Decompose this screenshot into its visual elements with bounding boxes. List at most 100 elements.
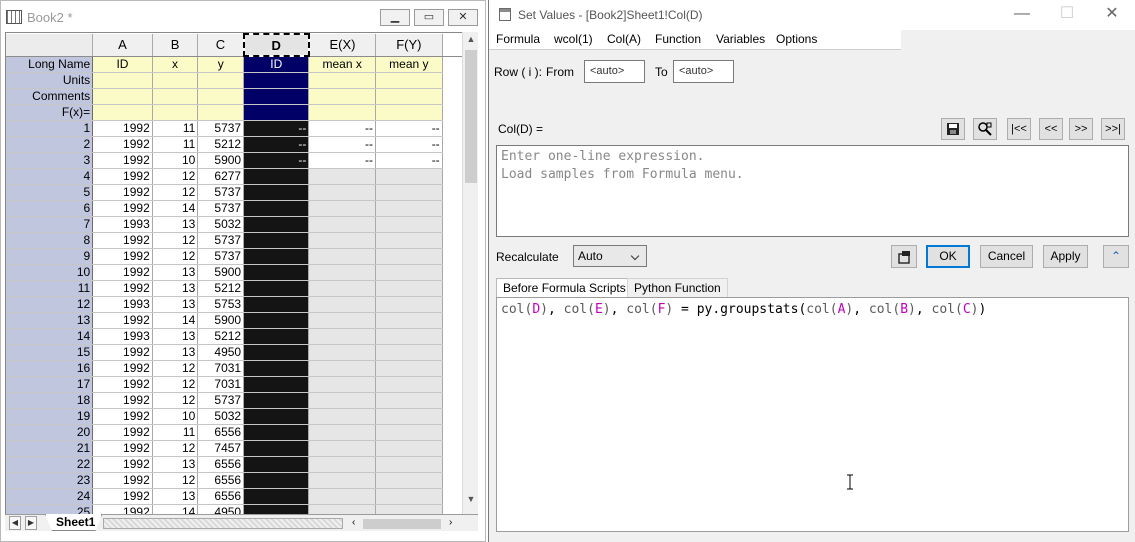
cell-f[interactable] xyxy=(375,264,443,281)
cell-a[interactable]: 1992 xyxy=(92,120,153,137)
meta-cell[interactable] xyxy=(308,72,377,89)
cell-a[interactable]: 1992 xyxy=(92,168,153,185)
row-number[interactable]: 1 xyxy=(6,120,94,137)
cell-c[interactable]: 6556 xyxy=(197,472,245,489)
cell-a[interactable]: 1992 xyxy=(92,232,153,249)
row-number[interactable]: 8 xyxy=(6,232,94,249)
meta-cell[interactable] xyxy=(375,104,443,121)
cell-c[interactable]: 6556 xyxy=(197,456,245,473)
ok-button[interactable]: OK xyxy=(926,245,970,268)
row-number[interactable]: 25 xyxy=(6,504,94,514)
cell-d[interactable] xyxy=(243,424,310,441)
recalculate-select[interactable]: Auto xyxy=(573,245,647,267)
meta-cell[interactable] xyxy=(375,72,443,89)
cell-f[interactable] xyxy=(375,232,443,249)
cell-d[interactable] xyxy=(243,168,310,185)
cell-f[interactable] xyxy=(375,168,443,185)
meta-cell[interactable] xyxy=(375,88,443,105)
cell-f[interactable] xyxy=(375,392,443,409)
cell-a[interactable]: 1992 xyxy=(92,408,153,425)
row-number[interactable]: 16 xyxy=(6,360,94,377)
cell-b[interactable]: 12 xyxy=(152,232,199,249)
tab-next-icon[interactable]: ▶ xyxy=(25,516,37,530)
cell-f[interactable] xyxy=(375,200,443,217)
cell-b[interactable]: 13 xyxy=(152,488,199,505)
cell-b[interactable]: 13 xyxy=(152,216,199,233)
meta-cell[interactable]: ID xyxy=(243,56,310,73)
scroll-down-icon[interactable]: ▼ xyxy=(465,494,477,508)
cell-a[interactable]: 1992 xyxy=(92,184,153,201)
cell-f[interactable] xyxy=(375,456,443,473)
row-number[interactable]: 2 xyxy=(6,136,94,153)
cell-e[interactable] xyxy=(308,424,377,441)
close-icon[interactable]: ✕ xyxy=(1100,5,1124,25)
restore-button[interactable]: ▭ xyxy=(414,9,444,26)
cell-b[interactable]: 13 xyxy=(152,344,199,361)
next-column-button[interactable]: >> xyxy=(1069,118,1093,140)
cell-c[interactable]: 7457 xyxy=(197,440,245,457)
cell-d[interactable] xyxy=(243,232,310,249)
cell-c[interactable]: 5753 xyxy=(197,296,245,313)
cell-e[interactable] xyxy=(308,184,377,201)
cell-e[interactable] xyxy=(308,472,377,489)
meta-row-label[interactable]: Long Name xyxy=(6,56,94,73)
cell-e[interactable] xyxy=(308,488,377,505)
cell-d[interactable] xyxy=(243,408,310,425)
cell-a[interactable]: 1993 xyxy=(92,328,153,345)
cell-d[interactable] xyxy=(243,280,310,297)
row-number[interactable]: 23 xyxy=(6,472,94,489)
worksheet-grid[interactable]: A B C D E(X) F(Y) Long Name ID x y ID mean xm… xyxy=(5,32,462,514)
meta-row-label[interactable]: F(x)= xyxy=(6,104,94,121)
cell-f[interactable] xyxy=(375,424,443,441)
cell-c[interactable]: 5900 xyxy=(197,264,245,281)
meta-cell[interactable] xyxy=(92,88,153,105)
meta-cell[interactable] xyxy=(197,88,245,105)
cell-e[interactable] xyxy=(308,312,377,329)
row-number[interactable]: 18 xyxy=(6,392,94,409)
cell-b[interactable]: 12 xyxy=(152,392,199,409)
cell-c[interactable]: 5737 xyxy=(197,232,245,249)
cell-f[interactable]: -- xyxy=(375,120,443,137)
minimize-icon[interactable]: — xyxy=(1010,5,1034,25)
cell-f[interactable] xyxy=(375,312,443,329)
expression-textarea[interactable]: Enter one-line expression. Load samples … xyxy=(496,145,1129,237)
cell-a[interactable]: 1992 xyxy=(92,456,153,473)
meta-cell[interactable]: mean y xyxy=(375,56,443,73)
cell-e[interactable] xyxy=(308,168,377,185)
cell-c[interactable]: 4950 xyxy=(197,504,245,514)
cell-f[interactable] xyxy=(375,344,443,361)
meta-row-label[interactable]: Units xyxy=(6,72,94,89)
cell-e[interactable] xyxy=(308,360,377,377)
previous-column-button[interactable]: << xyxy=(1039,118,1063,140)
cell-b[interactable]: 12 xyxy=(152,360,199,377)
cell-b[interactable]: 14 xyxy=(152,504,199,514)
cell-d[interactable] xyxy=(243,360,310,377)
column-header-d[interactable]: D xyxy=(242,33,310,57)
cell-e[interactable] xyxy=(308,344,377,361)
cell-f[interactable] xyxy=(375,376,443,393)
cell-f[interactable] xyxy=(375,216,443,233)
cell-f[interactable] xyxy=(375,472,443,489)
cell-d[interactable] xyxy=(243,312,310,329)
row-number[interactable]: 19 xyxy=(6,408,94,425)
meta-cell[interactable] xyxy=(243,72,310,89)
cell-e[interactable] xyxy=(308,376,377,393)
row-number[interactable]: 21 xyxy=(6,440,94,457)
cell-f[interactable] xyxy=(375,280,443,297)
cell-f[interactable] xyxy=(375,408,443,425)
column-header-f[interactable]: F(Y) xyxy=(375,34,443,57)
corner-cell[interactable] xyxy=(6,34,94,57)
cell-f[interactable] xyxy=(375,504,443,514)
vertical-scroll-thumb[interactable] xyxy=(465,50,477,183)
cell-d[interactable] xyxy=(243,216,310,233)
dialog-titlebar[interactable]: Set Values - [Book2]Sheet1!Col(D) — ☐ ✕ xyxy=(489,0,1135,30)
cell-f[interactable]: -- xyxy=(375,136,443,153)
row-number[interactable]: 6 xyxy=(6,200,94,217)
menu-options[interactable]: Options xyxy=(776,32,817,46)
cell-d[interactable] xyxy=(243,296,310,313)
cell-c[interactable]: 5737 xyxy=(197,184,245,201)
scroll-left-icon[interactable]: ‹ xyxy=(352,517,355,528)
cell-e[interactable]: -- xyxy=(308,120,377,137)
cell-a[interactable]: 1993 xyxy=(92,216,153,233)
row-number[interactable]: 17 xyxy=(6,376,94,393)
